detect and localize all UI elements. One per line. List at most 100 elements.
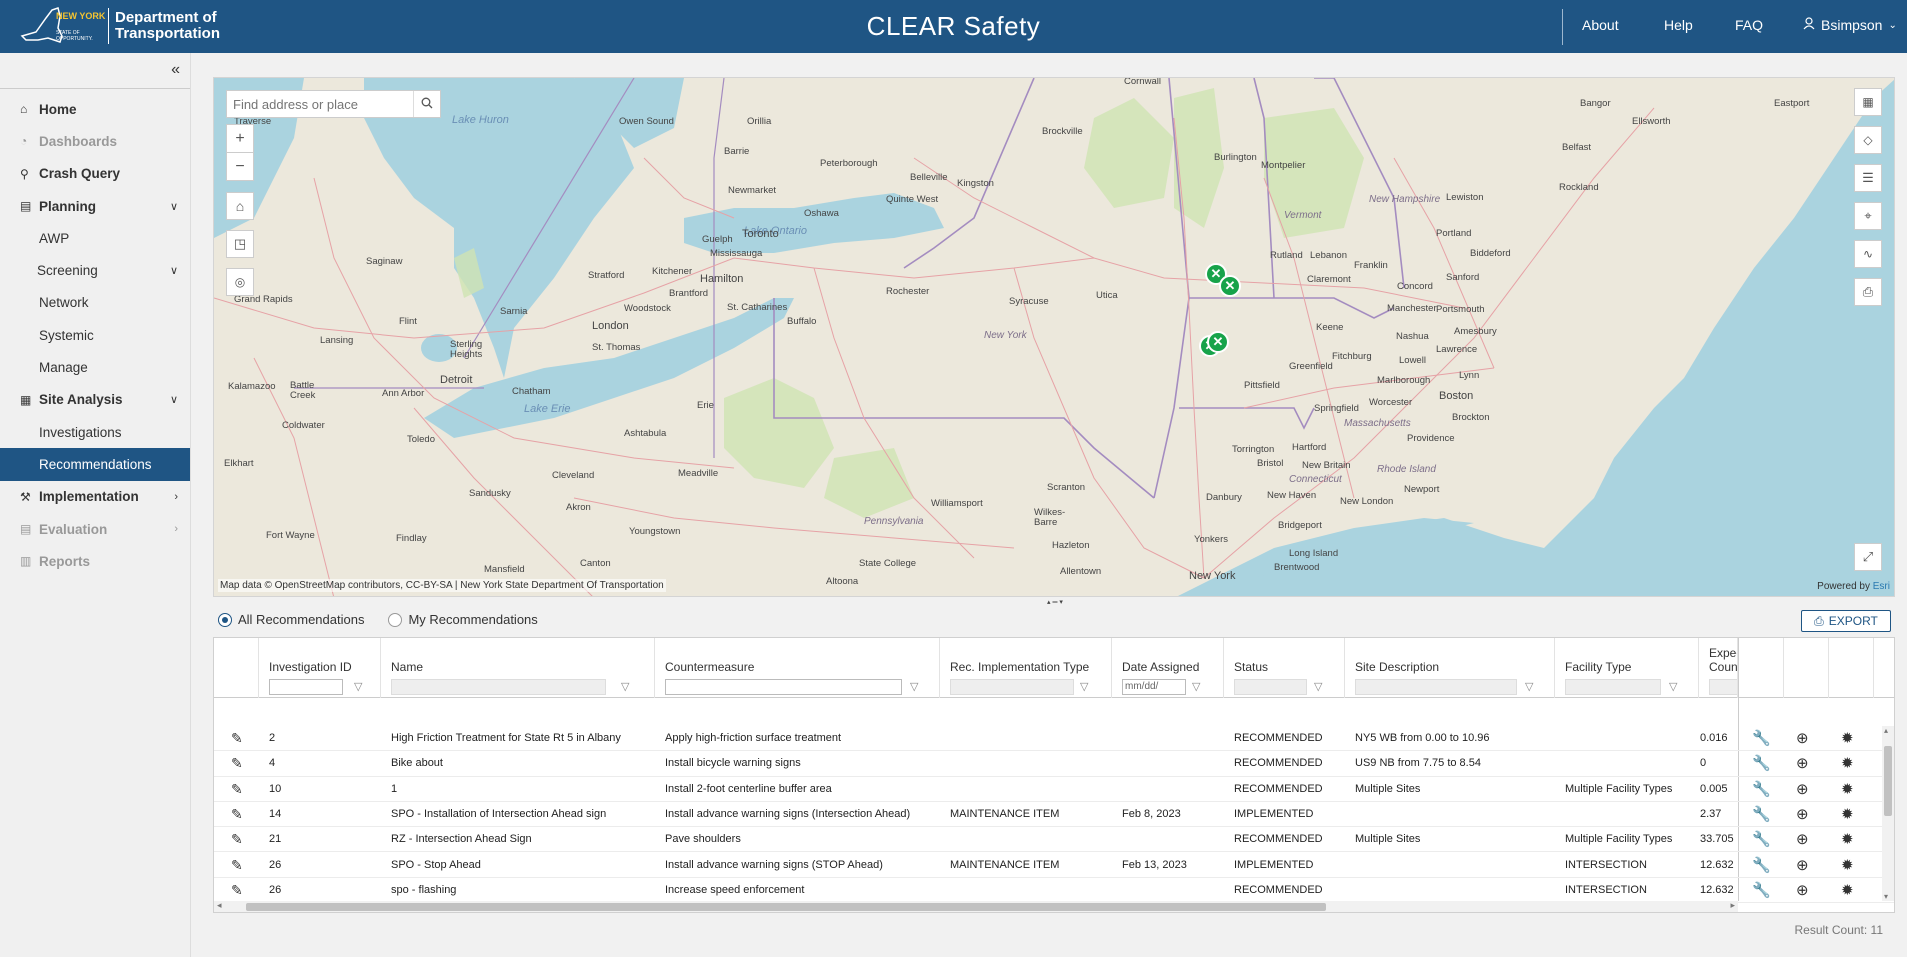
measure-button[interactable]: ◳ <box>226 230 254 258</box>
sidebar-item-crash-query[interactable]: ⚲ Crash Query <box>0 158 190 190</box>
header-facility-type[interactable]: Facility Type ▽ <box>1555 638 1699 698</box>
wrench-icon[interactable]: 🔧 <box>1752 805 1771 823</box>
filter-countermeasure[interactable] <box>665 679 902 695</box>
table-row[interactable]: ✎ 10 1 Install 2-foot centerline buffer are… <box>214 777 1894 802</box>
elevation-profile-button[interactable]: ∿ <box>1854 240 1882 268</box>
map-search-button[interactable] <box>413 91 440 117</box>
filter-icon[interactable]: ▽ <box>1525 680 1533 693</box>
highlight-icon[interactable]: ✹ <box>1841 881 1854 899</box>
wrench-icon[interactable]: 🔧 <box>1752 830 1771 848</box>
zoom-to-icon[interactable]: ⊕ <box>1796 805 1809 823</box>
edit-icon[interactable]: ✎ <box>231 882 243 899</box>
header-countermeasure[interactable]: Countermeasure ▽ <box>655 638 940 698</box>
table-row[interactable]: ✎ 14 SPO - Installation of Intersection Ah… <box>214 802 1894 828</box>
fullscreen-button[interactable]: ⤢ <box>1854 543 1882 571</box>
zoom-to-icon[interactable]: ⊕ <box>1796 881 1809 899</box>
edit-icon[interactable]: ✎ <box>231 831 243 848</box>
sidebar-item-network[interactable]: Network <box>0 287 190 319</box>
scroll-down-icon[interactable]: ▾ <box>1884 892 1888 901</box>
zoom-in-button[interactable]: + <box>226 124 254 153</box>
edit-icon[interactable]: ✎ <box>231 730 243 747</box>
wrench-icon[interactable]: 🔧 <box>1752 881 1771 899</box>
filter-icon[interactable]: ▽ <box>1669 680 1677 693</box>
highlight-icon[interactable]: ✹ <box>1841 780 1854 798</box>
sidebar-item-investigations[interactable]: Investigations <box>0 416 190 448</box>
horizontal-scrollbar[interactable]: ◂ ▸ <box>214 900 1738 912</box>
header-date-assigned[interactable]: Date Assigned mm/dd/ ▽ <box>1112 638 1224 698</box>
table-row[interactable]: ✎ 2 High Friction Treatment for State Rt 5… <box>214 726 1894 752</box>
sidebar-item-screening[interactable]: Screening ∨ <box>0 254 190 286</box>
home-extent-button[interactable]: ⌂ <box>226 192 254 220</box>
header-status[interactable]: Status ▽ <box>1224 638 1345 698</box>
user-menu[interactable]: Bsimpson ⌄ <box>1803 17 1897 33</box>
zoom-to-icon[interactable]: ⊕ <box>1796 856 1809 874</box>
header-name[interactable]: Name ▽ <box>381 638 655 698</box>
zoom-to-icon[interactable]: ⊕ <box>1796 729 1809 747</box>
legend-button[interactable]: ☰ <box>1854 164 1882 192</box>
layers-button[interactable]: ◇ <box>1854 126 1882 154</box>
wrench-icon[interactable]: 🔧 <box>1752 754 1771 772</box>
filter-icon[interactable]: ▽ <box>910 680 918 693</box>
sidebar-item-awp[interactable]: AWP <box>0 222 190 254</box>
locate-button[interactable]: ◎ <box>226 268 254 296</box>
scroll-right-icon[interactable]: ▸ <box>1730 900 1735 911</box>
sidebar-item-planning[interactable]: ▤ Planning ∨ <box>0 190 190 222</box>
sidebar-item-home[interactable]: ⌂ Home <box>0 93 190 125</box>
nav-faq-link[interactable]: FAQ <box>1735 17 1763 33</box>
table-row[interactable]: ✎ 26 SPO - Stop Ahead Install advance warni… <box>214 853 1894 878</box>
print-button[interactable]: ⎙ <box>1854 278 1882 306</box>
edit-icon[interactable]: ✎ <box>231 806 243 823</box>
header-expected-counts[interactable]: Expected Counts <box>1699 638 1738 698</box>
map-marker[interactable]: ✕ <box>1207 331 1229 353</box>
filter-icon[interactable]: ▽ <box>1314 680 1322 693</box>
filter-icon[interactable]: ▽ <box>621 680 629 693</box>
sidebar-item-systemic[interactable]: Systemic <box>0 319 190 351</box>
esri-link[interactable]: Esri <box>1873 581 1890 592</box>
sidebar-item-site-analysis[interactable]: ▦ Site Analysis ∨ <box>0 384 190 416</box>
radio-all-recommendations[interactable] <box>218 612 232 627</box>
sidebar-item-recommendations[interactable]: Recommendations <box>0 448 190 481</box>
vertical-scrollbar[interactable]: ▴ ▾ <box>1882 726 1894 901</box>
filter-date-assigned[interactable]: mm/dd/ <box>1122 679 1186 695</box>
radio-my-recommendations[interactable] <box>388 612 403 627</box>
sidebar-item-manage[interactable]: Manage <box>0 351 190 383</box>
zoom-to-icon[interactable]: ⊕ <box>1796 780 1809 798</box>
radio-all-label[interactable]: All Recommendations <box>238 612 364 627</box>
nav-help-link[interactable]: Help <box>1664 17 1693 33</box>
filter-icon[interactable]: ▽ <box>354 680 362 693</box>
zoom-to-icon[interactable]: ⊕ <box>1796 754 1809 772</box>
export-button[interactable]: ⎙ EXPORT <box>1801 610 1891 632</box>
vertical-scroll-thumb[interactable] <box>1884 746 1892 816</box>
table-row[interactable]: ✎ 26 spo - flashing Increase speed enforcem… <box>214 878 1894 904</box>
header-investigation-id[interactable]: Investigation ID ▽ <box>259 638 381 698</box>
scroll-up-icon[interactable]: ▴ <box>1884 726 1888 735</box>
filter-icon[interactable]: ▽ <box>1080 680 1088 693</box>
horizontal-scroll-thumb[interactable] <box>246 903 1326 911</box>
highlight-icon[interactable]: ✹ <box>1841 856 1854 874</box>
edit-icon[interactable]: ✎ <box>231 781 243 798</box>
scroll-left-icon[interactable]: ◂ <box>217 900 222 911</box>
highlight-icon[interactable]: ✹ <box>1841 830 1854 848</box>
map-grid-splitter[interactable]: ▴ ═ ▾ <box>1030 598 1080 606</box>
highlight-icon[interactable]: ✹ <box>1841 729 1854 747</box>
highlight-icon[interactable]: ✹ <box>1841 805 1854 823</box>
map-view[interactable]: Lake Huron Lake Ontario Lake Erie New Yo… <box>213 77 1895 597</box>
nysdot-logo[interactable]: NEW YORK STATE OF OPPORTUNITY. Departmen… <box>18 6 220 46</box>
zoom-to-icon[interactable]: ⊕ <box>1796 830 1809 848</box>
table-row[interactable]: ✎ 21 RZ - Intersection Ahead Sign Pave shou… <box>214 827 1894 853</box>
location-pin-button[interactable]: ⌖ <box>1854 202 1882 230</box>
nav-about-link[interactable]: About <box>1582 17 1619 33</box>
filter-investigation-id[interactable] <box>269 679 343 695</box>
filter-icon[interactable]: ▽ <box>1192 680 1200 693</box>
header-site-description[interactable]: Site Description ▽ <box>1345 638 1555 698</box>
highlight-icon[interactable]: ✹ <box>1841 754 1854 772</box>
wrench-icon[interactable]: 🔧 <box>1752 729 1771 747</box>
wrench-icon[interactable]: 🔧 <box>1752 856 1771 874</box>
collapse-sidebar-icon[interactable]: « <box>171 61 180 79</box>
radio-my-label[interactable]: My Recommendations <box>408 612 537 627</box>
table-row[interactable]: ✎ 4 Bike about Install bicycle warning sign… <box>214 751 1894 777</box>
map-search-input[interactable] <box>227 91 414 117</box>
edit-icon[interactable]: ✎ <box>231 755 243 772</box>
map-marker[interactable]: ✕ <box>1219 275 1241 297</box>
header-rec-implementation-type[interactable]: Rec. Implementation Type ▽ <box>940 638 1112 698</box>
